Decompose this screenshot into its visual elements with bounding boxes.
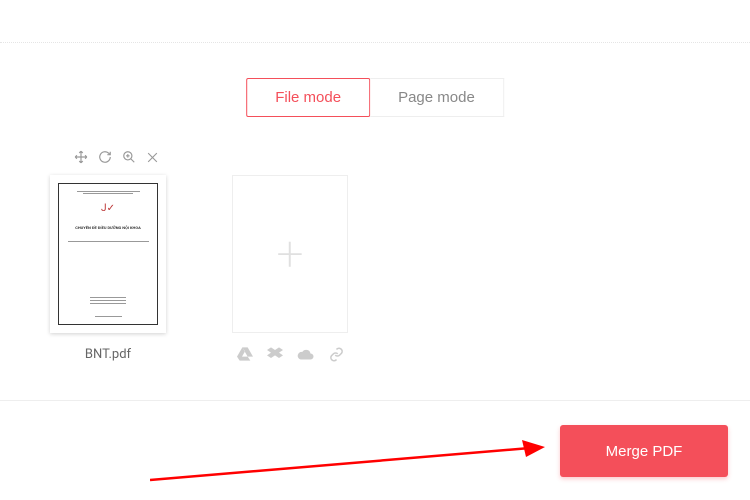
file-thumbnail[interactable]: J✓ CHUYÊN ĐỀ ĐIỀU DƯỠNG NỘI KHOA BNT.pdf (42, 175, 174, 362)
onedrive-icon[interactable] (297, 347, 315, 366)
annotation-arrow (150, 430, 550, 490)
mode-tabs: File mode Page mode (246, 78, 504, 117)
preview-title: CHUYÊN ĐỀ ĐIỀU DƯỠNG NỘI KHOA (75, 225, 141, 230)
google-drive-icon[interactable] (237, 347, 253, 366)
pdf-page-preview: J✓ CHUYÊN ĐỀ ĐIỀU DƯỠNG NỘI KHOA (50, 175, 166, 333)
plus-icon: + (276, 230, 303, 278)
close-icon[interactable] (146, 151, 159, 168)
add-file-button[interactable]: + (232, 175, 348, 333)
dropbox-icon[interactable] (267, 347, 283, 366)
tab-file-mode[interactable]: File mode (246, 78, 370, 117)
tab-page-mode[interactable]: Page mode (370, 78, 504, 117)
merge-pdf-button[interactable]: Merge PDF (560, 425, 728, 477)
top-divider (0, 42, 750, 43)
bottom-divider (0, 400, 750, 401)
upload-sources (237, 347, 344, 366)
add-file-card: + (224, 175, 356, 366)
zoom-in-icon[interactable] (122, 150, 136, 168)
rotate-icon[interactable] (98, 150, 112, 168)
file-name-label: BNT.pdf (85, 347, 131, 362)
link-icon[interactable] (329, 347, 344, 366)
move-icon[interactable] (74, 150, 88, 168)
thumbnail-area: J✓ CHUYÊN ĐỀ ĐIỀU DƯỠNG NỘI KHOA BNT.pdf… (42, 175, 356, 366)
file-toolbar (74, 150, 159, 168)
